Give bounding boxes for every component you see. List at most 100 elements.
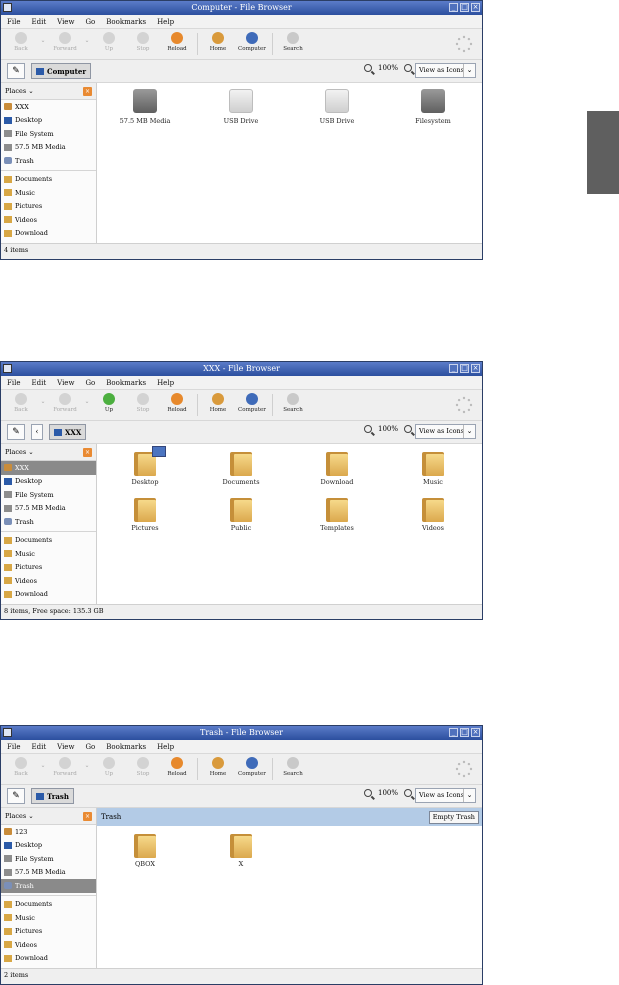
sidebar-item[interactable]: File System bbox=[1, 488, 96, 502]
reload-button[interactable]: Reload bbox=[160, 757, 194, 777]
menu-item-bookmarks[interactable]: Bookmarks bbox=[106, 743, 146, 751]
file-item[interactable]: QBOX bbox=[105, 832, 185, 868]
sidebar-item[interactable]: Desktop bbox=[1, 475, 96, 489]
sidebar-item[interactable]: Desktop bbox=[1, 114, 96, 128]
menu-item-view[interactable]: View bbox=[57, 743, 74, 751]
file-item[interactable]: 57.5 MB Media bbox=[105, 89, 185, 125]
menu-item-edit[interactable]: Edit bbox=[31, 18, 46, 26]
file-item[interactable]: Download bbox=[297, 450, 377, 486]
app-icon[interactable] bbox=[3, 3, 12, 12]
zoom-in-icon[interactable] bbox=[404, 425, 412, 433]
minimize-button[interactable]: _ bbox=[449, 3, 458, 12]
sidebar-item[interactable]: 57.5 MB Media bbox=[1, 141, 96, 155]
forward-history-dropdown[interactable]: ⌄ bbox=[82, 762, 92, 769]
menu-item-go[interactable]: Go bbox=[85, 379, 95, 387]
sidebar-item[interactable]: XXX bbox=[1, 461, 96, 475]
app-icon[interactable] bbox=[3, 728, 12, 737]
app-icon[interactable] bbox=[3, 364, 12, 373]
bookmark-item[interactable]: Pictures bbox=[1, 561, 96, 575]
close-sidebar-button[interactable]: × bbox=[83, 86, 92, 96]
computer-button[interactable]: Computer bbox=[235, 393, 269, 413]
file-item[interactable]: X bbox=[201, 832, 281, 868]
bookmark-item[interactable]: Music bbox=[1, 186, 96, 200]
forward-button[interactable]: Forward bbox=[48, 32, 82, 52]
menu-item-help[interactable]: Help bbox=[157, 379, 174, 387]
close-button[interactable]: × bbox=[471, 728, 480, 737]
breadcrumb-back-button[interactable]: ‹ bbox=[31, 424, 43, 440]
bookmark-item[interactable]: Videos bbox=[1, 938, 96, 952]
minimize-button[interactable]: _ bbox=[449, 364, 458, 373]
menu-item-view[interactable]: View bbox=[57, 379, 74, 387]
zoom-in-icon[interactable] bbox=[404, 789, 412, 797]
stop-button[interactable]: Stop bbox=[126, 393, 160, 413]
maximize-button[interactable]: □ bbox=[460, 3, 469, 12]
up-button[interactable]: Up bbox=[92, 393, 126, 413]
menu-item-edit[interactable]: Edit bbox=[31, 743, 46, 751]
places-dropdown[interactable]: Places ⌄ bbox=[5, 87, 34, 95]
view-mode-select[interactable]: View as Icons ⌄ bbox=[415, 63, 476, 78]
reload-button[interactable]: Reload bbox=[160, 393, 194, 413]
stop-button[interactable]: Stop bbox=[126, 757, 160, 777]
breadcrumb-button[interactable]: Computer bbox=[31, 63, 92, 79]
maximize-button[interactable]: □ bbox=[460, 728, 469, 737]
sidebar-item[interactable]: Desktop bbox=[1, 839, 96, 853]
file-item[interactable]: Templates bbox=[297, 496, 377, 532]
window-titlebar[interactable]: Computer - File Browser _ □ × bbox=[1, 1, 482, 15]
file-item[interactable]: Pictures bbox=[105, 496, 185, 532]
bookmark-item[interactable]: Pictures bbox=[1, 925, 96, 939]
back-button[interactable]: Back bbox=[4, 393, 38, 413]
zoom-out-icon[interactable] bbox=[363, 425, 372, 433]
file-item[interactable]: Public bbox=[201, 496, 281, 532]
search-button[interactable]: Search bbox=[276, 32, 310, 52]
up-button[interactable]: Up bbox=[92, 757, 126, 777]
sidebar-item[interactable]: Trash bbox=[1, 879, 96, 893]
close-button[interactable]: × bbox=[471, 3, 480, 12]
forward-history-dropdown[interactable]: ⌄ bbox=[82, 37, 92, 44]
up-button[interactable]: Up bbox=[92, 32, 126, 52]
sidebar-item[interactable]: Trash bbox=[1, 154, 96, 168]
forward-button[interactable]: Forward bbox=[48, 393, 82, 413]
bookmark-item[interactable]: Download bbox=[1, 588, 96, 602]
home-button[interactable]: Home bbox=[201, 32, 235, 52]
bookmark-item[interactable]: Documents bbox=[1, 173, 96, 187]
back-button[interactable]: Back bbox=[4, 757, 38, 777]
sidebar-item[interactable]: 57.5 MB Media bbox=[1, 866, 96, 880]
bookmark-item[interactable]: Documents bbox=[1, 898, 96, 912]
view-mode-select[interactable]: View as Icons ⌄ bbox=[415, 424, 476, 439]
places-dropdown[interactable]: Places ⌄ bbox=[5, 448, 34, 456]
menu-item-edit[interactable]: Edit bbox=[31, 379, 46, 387]
minimize-button[interactable]: _ bbox=[449, 728, 458, 737]
view-mode-select[interactable]: View as Icons ⌄ bbox=[415, 788, 476, 803]
edit-location-button[interactable]: ✎ bbox=[7, 63, 25, 79]
menu-item-help[interactable]: Help bbox=[157, 743, 174, 751]
sidebar-item[interactable]: File System bbox=[1, 127, 96, 141]
bookmark-item[interactable]: Music bbox=[1, 547, 96, 561]
sidebar-item[interactable]: File System bbox=[1, 852, 96, 866]
places-dropdown[interactable]: Places ⌄ bbox=[5, 812, 34, 820]
file-item[interactable]: Desktop bbox=[105, 446, 185, 486]
file-item[interactable]: Videos bbox=[393, 496, 473, 532]
menu-item-help[interactable]: Help bbox=[157, 18, 174, 26]
close-sidebar-button[interactable]: × bbox=[83, 811, 92, 821]
zoom-out-icon[interactable] bbox=[363, 789, 372, 797]
home-button[interactable]: Home bbox=[201, 757, 235, 777]
bookmark-item[interactable]: Music bbox=[1, 911, 96, 925]
forward-history-dropdown[interactable]: ⌄ bbox=[82, 398, 92, 405]
back-history-dropdown[interactable]: ⌄ bbox=[38, 762, 48, 769]
computer-button[interactable]: Computer bbox=[235, 32, 269, 52]
maximize-button[interactable]: □ bbox=[460, 364, 469, 373]
reload-button[interactable]: Reload bbox=[160, 32, 194, 52]
home-button[interactable]: Home bbox=[201, 393, 235, 413]
menu-item-go[interactable]: Go bbox=[85, 743, 95, 751]
bookmark-item[interactable]: Download bbox=[1, 952, 96, 966]
forward-button[interactable]: Forward bbox=[48, 757, 82, 777]
menu-item-file[interactable]: File bbox=[7, 379, 20, 387]
bookmark-item[interactable]: Pictures bbox=[1, 200, 96, 214]
file-item[interactable]: USB Drive bbox=[201, 89, 281, 125]
sidebar-item[interactable]: 123 bbox=[1, 825, 96, 839]
file-item[interactable]: Music bbox=[393, 450, 473, 486]
stop-button[interactable]: Stop bbox=[126, 32, 160, 52]
bookmark-item[interactable]: Videos bbox=[1, 213, 96, 227]
edit-location-button[interactable]: ✎ bbox=[7, 424, 25, 440]
menu-item-go[interactable]: Go bbox=[85, 18, 95, 26]
